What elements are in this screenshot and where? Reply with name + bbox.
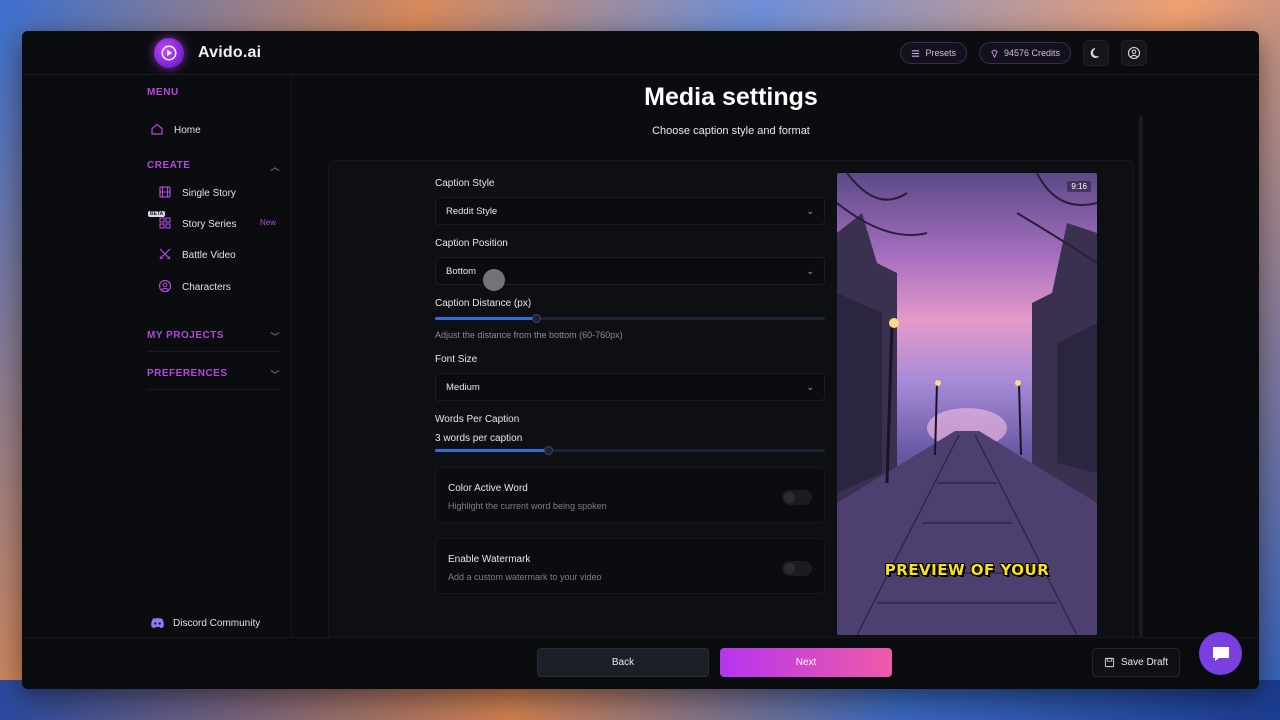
swords-icon [158, 247, 172, 264]
credits-label: 94576 Credits [1003, 48, 1060, 58]
color-active-word-card: Color Active Word Highlight the current … [435, 467, 825, 523]
caption-position-label: Caption Position [435, 238, 508, 249]
sidebar: MENU Home CREATE ︿ Single Story BETA Sto… [22, 75, 292, 689]
color-active-word-toggle[interactable] [782, 490, 812, 505]
caption-distance-label: Caption Distance (px) [435, 298, 532, 309]
main-content: Media settings Choose caption style and … [293, 75, 1259, 663]
preferences-heading: PREFERENCES [147, 368, 228, 379]
brand-logo[interactable]: Avido.ai [154, 38, 261, 68]
preferences-section-toggle[interactable]: PREFERENCES ﹀ [147, 368, 280, 390]
footer-bar: Back Next Save Draft [22, 637, 1259, 689]
mouse-cursor-indicator [483, 269, 505, 291]
create-section-toggle[interactable]: CREATE ︿ [147, 160, 280, 181]
content-scrollbar[interactable] [1139, 115, 1143, 663]
back-button[interactable]: Back [537, 648, 709, 677]
slider-thumb[interactable] [544, 446, 553, 455]
sidebar-item-story-series[interactable]: BETA Story Series [148, 211, 237, 233]
settings-panel: Caption Style Reddit Style ⌄ Caption Pos… [328, 160, 1134, 640]
watermark-desc: Add a custom watermark to your video [448, 572, 602, 582]
sliders-icon [912, 49, 920, 57]
chevron-down-icon: ⌄ [806, 265, 814, 276]
color-active-word-title: Color Active Word [448, 483, 528, 494]
user-account-button[interactable] [1121, 40, 1147, 66]
sidebar-item-single-story[interactable]: Single Story [158, 185, 236, 202]
brand-name: Avido.ai [198, 44, 262, 61]
chat-icon [1212, 646, 1229, 661]
caption-distance-slider[interactable] [435, 314, 825, 323]
caption-style-value: Reddit Style [446, 205, 498, 217]
words-per-caption-slider[interactable] [435, 446, 825, 455]
video-preview: 9:16 PREVIEW OF YOUR [837, 173, 1097, 635]
discord-icon [151, 618, 164, 629]
slider-thumb[interactable] [532, 314, 541, 323]
my-projects-heading: MY PROJECTS [147, 330, 224, 341]
preview-caption-text: PREVIEW OF YOUR [884, 561, 1050, 579]
save-icon [1104, 657, 1114, 668]
words-per-caption-value: 3 words per caption [435, 433, 523, 444]
sidebar-item-label: Single Story [182, 188, 236, 199]
theme-toggle-button[interactable] [1083, 40, 1109, 66]
credits-button[interactable]: 94576 Credits [978, 42, 1071, 64]
chevron-down-icon: ⌄ [806, 381, 814, 392]
font-size-select[interactable]: Medium ⌄ [435, 373, 825, 401]
chevron-up-icon: ︿ [270, 162, 280, 172]
color-active-word-desc: Highlight the current word being spoken [448, 501, 607, 511]
caption-style-select[interactable]: Reddit Style ⌄ [435, 197, 825, 225]
next-button[interactable]: Next [720, 648, 892, 677]
page-title: Media settings [644, 83, 818, 111]
grid-icon: BETA [148, 211, 172, 233]
chat-support-button[interactable] [1199, 632, 1242, 675]
film-icon [158, 185, 172, 202]
beta-tag: BETA [148, 211, 166, 217]
create-heading: CREATE [147, 160, 191, 171]
discord-label: Discord Community [173, 617, 261, 629]
discord-community-link[interactable]: Discord Community [150, 617, 260, 629]
words-per-caption-label: Words Per Caption [435, 414, 520, 425]
sidebar-item-home[interactable]: Home [150, 122, 201, 139]
sidebar-item-characters[interactable]: Characters [158, 279, 231, 296]
page-subtitle: Choose caption style and format [652, 125, 810, 137]
top-bar: Avido.ai Presets 94576 Credits [22, 31, 1259, 75]
watermark-card: Enable Watermark Add a custom watermark … [435, 538, 825, 594]
watermark-title: Enable Watermark [448, 554, 531, 565]
slider-fill [435, 317, 536, 320]
app-window: Avido.ai Presets 94576 Credits MENU Home [22, 31, 1259, 689]
font-size-label: Font Size [435, 354, 478, 365]
sidebar-item-battle-video[interactable]: Battle Video [158, 247, 236, 264]
sidebar-item-label: Story Series [182, 219, 237, 230]
presets-button[interactable]: Presets [900, 42, 967, 64]
presets-label: Presets [925, 48, 956, 58]
save-draft-button[interactable]: Save Draft [1092, 648, 1180, 677]
caption-position-value: Bottom [446, 265, 477, 277]
caption-style-label: Caption Style [435, 178, 495, 189]
caption-distance-hint: Adjust the distance from the bottom (60-… [435, 330, 623, 340]
sidebar-item-label: Battle Video [182, 250, 236, 261]
moon-icon [1090, 47, 1099, 58]
home-icon [150, 122, 164, 139]
aspect-ratio-badge: 9:16 [1067, 181, 1091, 192]
play-logo-icon [154, 38, 184, 68]
chevron-down-icon: ﹀ [270, 370, 280, 380]
sidebar-item-label: Characters [182, 282, 231, 293]
watermark-toggle[interactable] [782, 561, 812, 576]
menu-heading: MENU [147, 87, 179, 98]
user-circle-icon [158, 279, 172, 296]
chevron-down-icon: ﹀ [270, 332, 280, 342]
user-circle-icon [1127, 46, 1141, 60]
slider-fill [435, 449, 548, 452]
my-projects-section-toggle[interactable]: MY PROJECTS ﹀ [147, 330, 280, 352]
diamond-icon [991, 48, 998, 58]
save-draft-label: Save Draft [1120, 657, 1169, 668]
font-size-value: Medium [446, 381, 480, 393]
chevron-down-icon: ⌄ [806, 205, 814, 216]
new-badge: New [260, 218, 277, 227]
sidebar-item-label: Home [174, 125, 201, 136]
